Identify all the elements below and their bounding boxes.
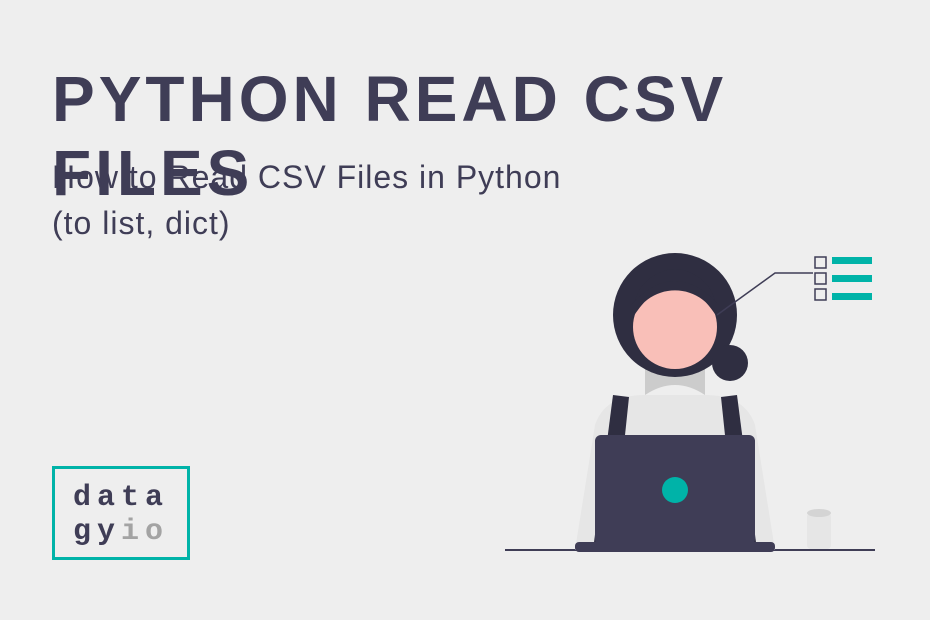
brand-logo: data gyio [52, 466, 190, 560]
logo-text-row1: data [73, 481, 169, 515]
logo-io: io [121, 515, 169, 549]
laptop-icon [575, 435, 775, 552]
person-head [613, 253, 748, 381]
person-laptop-illustration [505, 245, 875, 575]
logo-text-row2: gyio [73, 515, 169, 549]
page-subtitle: How to Read CSV Files in Python(to list,… [52, 154, 561, 247]
logo-gy: gy [73, 515, 121, 549]
checklist-icon [815, 257, 872, 300]
cup-icon [807, 509, 831, 549]
